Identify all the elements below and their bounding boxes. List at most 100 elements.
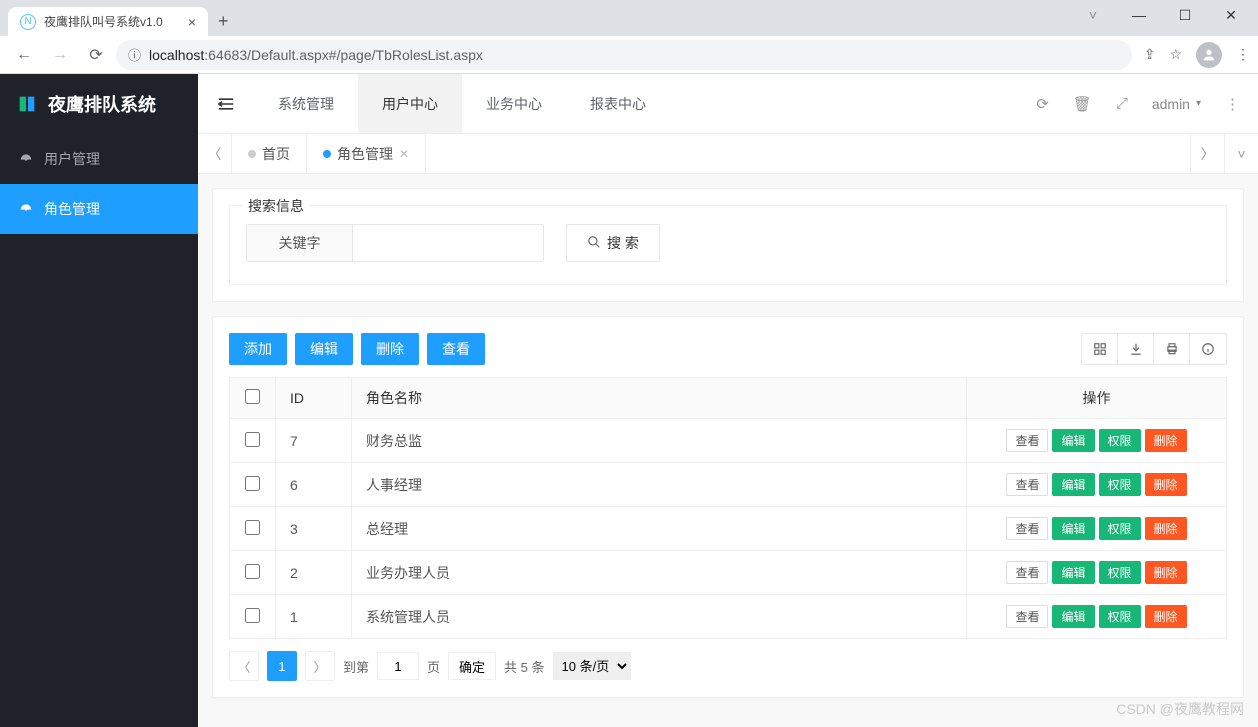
- topmenu-system[interactable]: 系统管理: [254, 74, 358, 133]
- cell-name: 财务总监: [352, 419, 967, 463]
- share-icon[interactable]: ⇪: [1144, 46, 1156, 63]
- print-icon[interactable]: [1154, 334, 1190, 364]
- close-tab-icon[interactable]: ×: [188, 14, 196, 30]
- search-fieldset: 搜索信息 关键字 搜 索: [229, 205, 1227, 285]
- search-button[interactable]: 搜 索: [566, 224, 660, 262]
- info-icon[interactable]: ⓘ: [128, 45, 141, 64]
- topmenu-report-center[interactable]: 报表中心: [566, 74, 670, 133]
- pager-confirm-button[interactable]: 确定: [448, 652, 496, 680]
- row-delete-button[interactable]: 删除: [1145, 561, 1187, 584]
- pager-goto-input[interactable]: [377, 652, 419, 680]
- row-checkbox[interactable]: [245, 476, 260, 491]
- add-button[interactable]: 添加: [229, 333, 287, 365]
- row-view-button[interactable]: 查看: [1006, 473, 1048, 496]
- browser-tab[interactable]: N 夜鹰排队叫号系统v1.0 ×: [8, 7, 208, 36]
- cell-name: 业务办理人员: [352, 551, 967, 595]
- brand-text: 夜鹰排队系统: [48, 91, 156, 117]
- fullscreen-icon[interactable]: ⤢: [1116, 95, 1128, 112]
- sidebar: 夜鹰排队系统 用户管理 角色管理: [0, 74, 198, 727]
- view-button[interactable]: 查看: [427, 333, 485, 365]
- row-delete-button[interactable]: 删除: [1145, 429, 1187, 452]
- tabs-scroll-left[interactable]: 〈: [198, 134, 232, 173]
- pager: 〈 1 〉 到第 页 确定 共 5 条 10 条/页: [229, 651, 1227, 681]
- dashboard-icon: [18, 202, 34, 216]
- row-view-button[interactable]: 查看: [1006, 605, 1048, 628]
- sidebar-item-role-management[interactable]: 角色管理: [0, 184, 198, 234]
- row-view-button[interactable]: 查看: [1006, 561, 1048, 584]
- table-row: 2业务办理人员 查看编辑权限删除: [230, 551, 1227, 595]
- col-name: 角色名称: [352, 378, 967, 419]
- row-delete-button[interactable]: 删除: [1145, 473, 1187, 496]
- refresh-icon[interactable]: ⟳: [1036, 95, 1049, 113]
- keyword-input[interactable]: [353, 225, 543, 261]
- url-host: localhost: [149, 47, 204, 63]
- edit-button[interactable]: 编辑: [295, 333, 353, 365]
- close-tab-icon[interactable]: ✕: [399, 147, 409, 161]
- dashboard-icon: [18, 152, 34, 166]
- more-menu-icon[interactable]: ⋮: [1225, 95, 1240, 113]
- sidebar-item-user-management[interactable]: 用户管理: [0, 134, 198, 184]
- row-permission-button[interactable]: 权限: [1099, 561, 1141, 584]
- trash-icon[interactable]: 🗑: [1073, 95, 1092, 113]
- search-legend: 搜索信息: [242, 196, 310, 216]
- user-name: admin: [1152, 96, 1190, 112]
- topmenu-business-center[interactable]: 业务中心: [462, 74, 566, 133]
- collapse-sidebar-button[interactable]: [198, 74, 254, 133]
- reload-icon[interactable]: ⟳: [80, 39, 112, 71]
- row-permission-button[interactable]: 权限: [1099, 429, 1141, 452]
- row-permission-button[interactable]: 权限: [1099, 473, 1141, 496]
- select-all-checkbox[interactable]: [245, 389, 260, 404]
- delete-button[interactable]: 删除: [361, 333, 419, 365]
- row-permission-button[interactable]: 权限: [1099, 517, 1141, 540]
- table-row: 7财务总监查看编辑权限删除: [230, 419, 1227, 463]
- bookmark-icon[interactable]: ☆: [1169, 46, 1182, 63]
- pager-page-1[interactable]: 1: [267, 651, 297, 681]
- pager-next[interactable]: 〉: [305, 651, 335, 681]
- cell-id: 2: [276, 551, 352, 595]
- row-delete-button[interactable]: 删除: [1145, 517, 1187, 540]
- row-permission-button[interactable]: 权限: [1099, 605, 1141, 628]
- columns-icon[interactable]: [1082, 334, 1118, 364]
- cell-name: 人事经理: [352, 463, 967, 507]
- page-tab-role-management[interactable]: 角色管理 ✕: [307, 134, 426, 173]
- page-tab-home[interactable]: 首页: [232, 134, 307, 173]
- row-edit-button[interactable]: 编辑: [1052, 473, 1094, 496]
- caret-down-icon: ▾: [1196, 98, 1201, 109]
- row-edit-button[interactable]: 编辑: [1052, 561, 1094, 584]
- maximize-icon[interactable]: ☐: [1162, 0, 1208, 30]
- close-window-icon[interactable]: ✕: [1208, 0, 1254, 30]
- cell-id: 3: [276, 507, 352, 551]
- logo-icon: [16, 93, 38, 115]
- sidebar-item-label: 用户管理: [44, 149, 100, 169]
- row-checkbox[interactable]: [245, 432, 260, 447]
- row-checkbox[interactable]: [245, 608, 260, 623]
- cell-name: 系统管理人员: [352, 595, 967, 639]
- address-bar[interactable]: ⓘ localhost:64683/Default.aspx#/page/TbR…: [116, 40, 1132, 70]
- row-edit-button[interactable]: 编辑: [1052, 429, 1094, 452]
- search-icon: [587, 235, 601, 252]
- kebab-menu-icon[interactable]: ⋮: [1236, 46, 1250, 63]
- row-edit-button[interactable]: 编辑: [1052, 605, 1094, 628]
- back-icon[interactable]: ←: [8, 39, 40, 71]
- chevron-down-icon[interactable]: ˅: [1070, 0, 1116, 30]
- topbar: 系统管理 用户中心 业务中心 报表中心 ⟳ 🗑 ⤢ admin ▾ ⋮: [198, 74, 1258, 134]
- cell-id: 6: [276, 463, 352, 507]
- row-checkbox[interactable]: [245, 564, 260, 579]
- export-icon[interactable]: [1118, 334, 1154, 364]
- row-view-button[interactable]: 查看: [1006, 517, 1048, 540]
- tab-indicator-icon: [323, 150, 331, 158]
- row-checkbox[interactable]: [245, 520, 260, 535]
- tabs-scroll-right[interactable]: 〉: [1190, 134, 1224, 173]
- pager-prev[interactable]: 〈: [229, 651, 259, 681]
- profile-avatar[interactable]: [1196, 42, 1222, 68]
- row-view-button[interactable]: 查看: [1006, 429, 1048, 452]
- new-tab-button[interactable]: +: [208, 7, 239, 36]
- minimize-icon[interactable]: —: [1116, 0, 1162, 30]
- row-edit-button[interactable]: 编辑: [1052, 517, 1094, 540]
- row-delete-button[interactable]: 删除: [1145, 605, 1187, 628]
- info-icon[interactable]: [1190, 334, 1226, 364]
- topmenu-user-center[interactable]: 用户中心: [358, 74, 462, 133]
- user-menu[interactable]: admin ▾: [1152, 96, 1201, 112]
- pager-size-select[interactable]: 10 条/页: [553, 652, 631, 680]
- tabs-dropdown[interactable]: ˅: [1224, 134, 1258, 173]
